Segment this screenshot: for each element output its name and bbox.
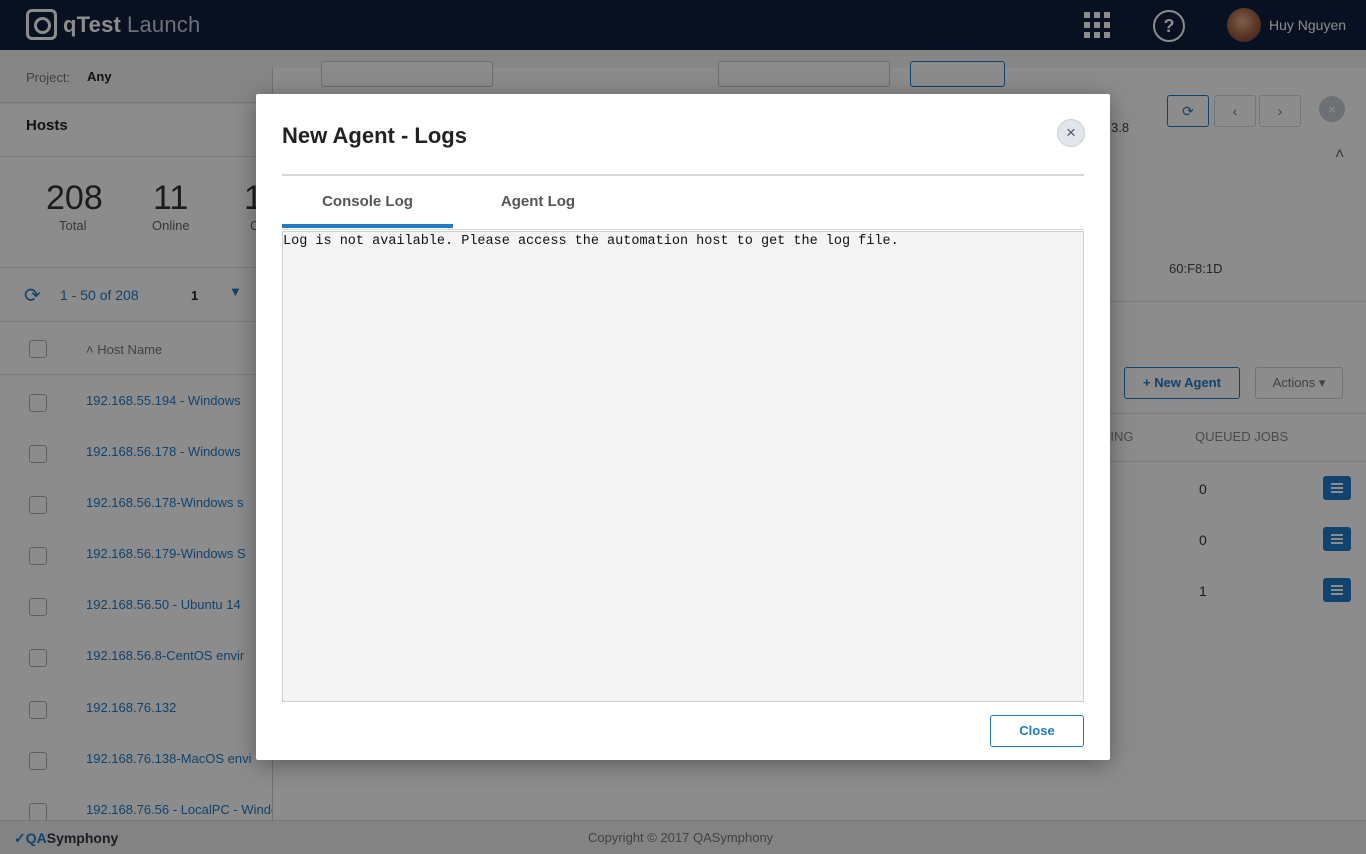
agent-logs-dialog: New Agent - Logs × Console Log Agent Log… [256, 94, 1110, 760]
tabs-divider [282, 229, 1084, 230]
tab-agent-log[interactable]: Agent Log [453, 176, 623, 228]
tab-console-log[interactable]: Console Log [282, 176, 453, 228]
dialog-title: New Agent - Logs [282, 123, 467, 148]
close-icon[interactable]: × [1057, 119, 1085, 147]
console-log-output[interactable]: Log is not available. Please access the … [282, 231, 1084, 702]
close-button[interactable]: Close [990, 715, 1084, 747]
